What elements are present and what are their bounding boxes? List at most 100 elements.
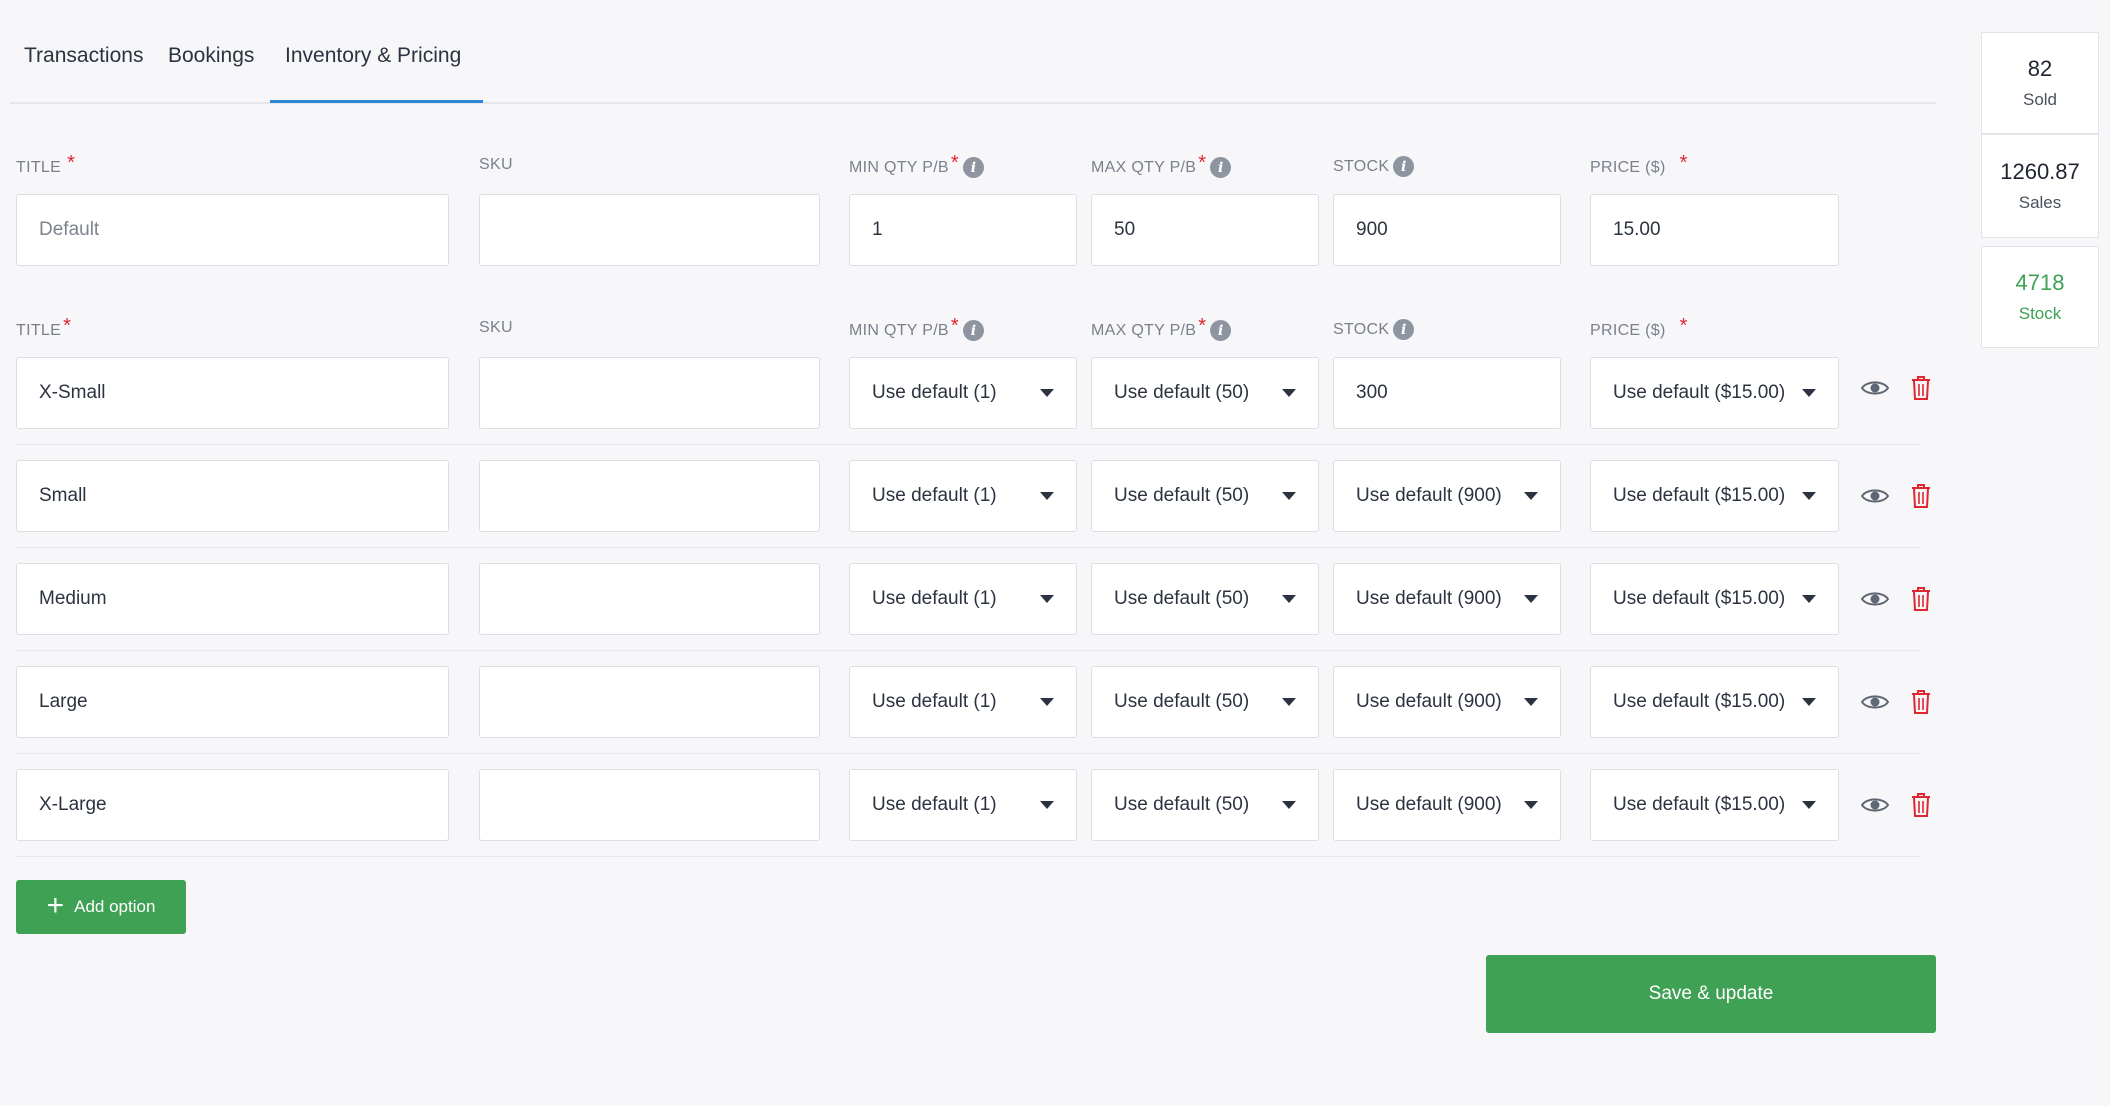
- row-divider: [16, 444, 1920, 445]
- option-max-qty-select[interactable]: Use default (50): [1091, 666, 1319, 738]
- option-max-qty-select[interactable]: Use default (50): [1091, 769, 1319, 841]
- info-icon[interactable]: i: [1393, 156, 1415, 177]
- eye-icon[interactable]: [1860, 481, 1890, 511]
- option-stock-select[interactable]: Use default (900): [1333, 460, 1561, 532]
- eye-icon[interactable]: [1860, 373, 1890, 403]
- option-sku-input[interactable]: [479, 666, 820, 738]
- option-stock-input[interactable]: 300: [1333, 357, 1561, 429]
- tab-transactions[interactable]: Transactions: [24, 44, 143, 68]
- option-title-input[interactable]: Small: [16, 460, 449, 532]
- stat-sold-label: Sold: [2022, 90, 2058, 109]
- default-stock-header: STOCK i: [1333, 156, 1415, 177]
- option-title-input[interactable]: X-Small: [16, 357, 449, 429]
- default-sku-header: SKU: [479, 156, 513, 173]
- caret-down-icon: [1040, 492, 1054, 500]
- option-max-qty-header: MAX QTY P/B * i: [1091, 315, 1232, 342]
- eye-icon[interactable]: [1860, 687, 1890, 717]
- option-sku-input[interactable]: [479, 769, 820, 841]
- option-price-header: PRICE ($) *: [1590, 315, 1688, 339]
- option-sku-header: SKU: [479, 319, 513, 336]
- option-min-qty-select[interactable]: Use default (1): [849, 357, 1077, 429]
- stat-sales-value: 1260.87: [2000, 159, 2080, 184]
- caret-down-icon: [1282, 698, 1296, 706]
- option-max-qty-select[interactable]: Use default (50): [1091, 357, 1319, 429]
- default-price-header: PRICE ($) *: [1590, 152, 1688, 176]
- trash-icon[interactable]: [1906, 687, 1936, 717]
- option-max-qty-select[interactable]: Use default (50): [1091, 563, 1319, 635]
- caret-down-icon: [1802, 698, 1816, 706]
- option-price-select[interactable]: Use default ($15.00): [1590, 357, 1839, 429]
- info-icon[interactable]: i: [963, 320, 985, 341]
- stat-stock-label: Stock: [2018, 304, 2062, 323]
- stat-sold-value: 82: [2027, 56, 2053, 81]
- stat-sold: 82 Sold: [1981, 32, 2099, 134]
- option-price-select[interactable]: Use default ($15.00): [1590, 769, 1839, 841]
- add-option-button[interactable]: + Add option: [16, 880, 186, 934]
- caret-down-icon: [1040, 389, 1054, 397]
- caret-down-icon: [1524, 595, 1538, 603]
- caret-down-icon: [1524, 801, 1538, 809]
- option-min-qty-select[interactable]: Use default (1): [849, 563, 1077, 635]
- option-price-select[interactable]: Use default ($15.00): [1590, 460, 1839, 532]
- default-min-qty-header: MIN QTY P/B * i: [849, 152, 985, 179]
- option-min-qty-select[interactable]: Use default (1): [849, 666, 1077, 738]
- info-icon[interactable]: i: [1393, 319, 1415, 340]
- stat-stock: 4718 Stock: [1981, 246, 2099, 348]
- info-icon[interactable]: i: [1210, 157, 1232, 178]
- caret-down-icon: [1802, 801, 1816, 809]
- caret-down-icon: [1802, 389, 1816, 397]
- row-divider: [16, 650, 1920, 651]
- caret-down-icon: [1282, 595, 1296, 603]
- option-stock-select[interactable]: Use default (900): [1333, 666, 1561, 738]
- option-min-qty-header: MIN QTY P/B * i: [849, 315, 985, 342]
- default-stock-input[interactable]: 900: [1333, 194, 1561, 266]
- option-min-qty-select[interactable]: Use default (1): [849, 460, 1077, 532]
- trash-icon[interactable]: [1906, 481, 1936, 511]
- default-price-input[interactable]: 15.00: [1590, 194, 1839, 266]
- caret-down-icon: [1802, 492, 1816, 500]
- stat-sales-label: Sales: [2018, 193, 2062, 212]
- option-max-qty-select[interactable]: Use default (50): [1091, 460, 1319, 532]
- caret-down-icon: [1282, 801, 1296, 809]
- tab-bookings[interactable]: Bookings: [168, 44, 254, 68]
- option-price-select[interactable]: Use default ($15.00): [1590, 666, 1839, 738]
- row-divider: [16, 753, 1920, 754]
- tab-inventory-pricing[interactable]: Inventory & Pricing: [285, 44, 461, 68]
- option-stock-select[interactable]: Use default (900): [1333, 563, 1561, 635]
- default-max-qty-header: MAX QTY P/B * i: [1091, 152, 1232, 179]
- option-sku-input[interactable]: [479, 357, 820, 429]
- default-title-header: TITLE *: [16, 152, 76, 176]
- stat-stock-value: 4718: [2015, 270, 2065, 295]
- eye-icon[interactable]: [1860, 790, 1890, 820]
- option-title-input[interactable]: Medium: [16, 563, 449, 635]
- tab-bar: Transactions Bookings Inventory & Pricin…: [10, 0, 1936, 104]
- trash-icon[interactable]: [1906, 790, 1936, 820]
- caret-down-icon: [1524, 492, 1538, 500]
- option-price-select[interactable]: Use default ($15.00): [1590, 563, 1839, 635]
- option-sku-input[interactable]: [479, 563, 820, 635]
- default-sku-input[interactable]: [479, 194, 820, 266]
- option-sku-input[interactable]: [479, 460, 820, 532]
- stat-sales: 1260.87 Sales: [1981, 134, 2099, 238]
- info-icon[interactable]: i: [963, 157, 985, 178]
- default-title-input[interactable]: Default: [16, 194, 449, 266]
- active-tab-indicator: [270, 100, 483, 103]
- option-title-input[interactable]: Large: [16, 666, 449, 738]
- option-stock-select[interactable]: Use default (900): [1333, 769, 1561, 841]
- option-title-input[interactable]: X-Large: [16, 769, 449, 841]
- row-divider: [16, 547, 1920, 548]
- info-icon[interactable]: i: [1210, 320, 1232, 341]
- default-max-qty-input[interactable]: 50: [1091, 194, 1319, 266]
- eye-icon[interactable]: [1860, 584, 1890, 614]
- trash-icon[interactable]: [1906, 373, 1936, 403]
- option-min-qty-select[interactable]: Use default (1): [849, 769, 1077, 841]
- default-min-qty-input[interactable]: 1: [849, 194, 1077, 266]
- caret-down-icon: [1040, 698, 1054, 706]
- caret-down-icon: [1802, 595, 1816, 603]
- caret-down-icon: [1524, 698, 1538, 706]
- caret-down-icon: [1040, 801, 1054, 809]
- caret-down-icon: [1040, 595, 1054, 603]
- save-update-button[interactable]: Save & update: [1486, 955, 1936, 1033]
- trash-icon[interactable]: [1906, 584, 1936, 614]
- caret-down-icon: [1282, 389, 1296, 397]
